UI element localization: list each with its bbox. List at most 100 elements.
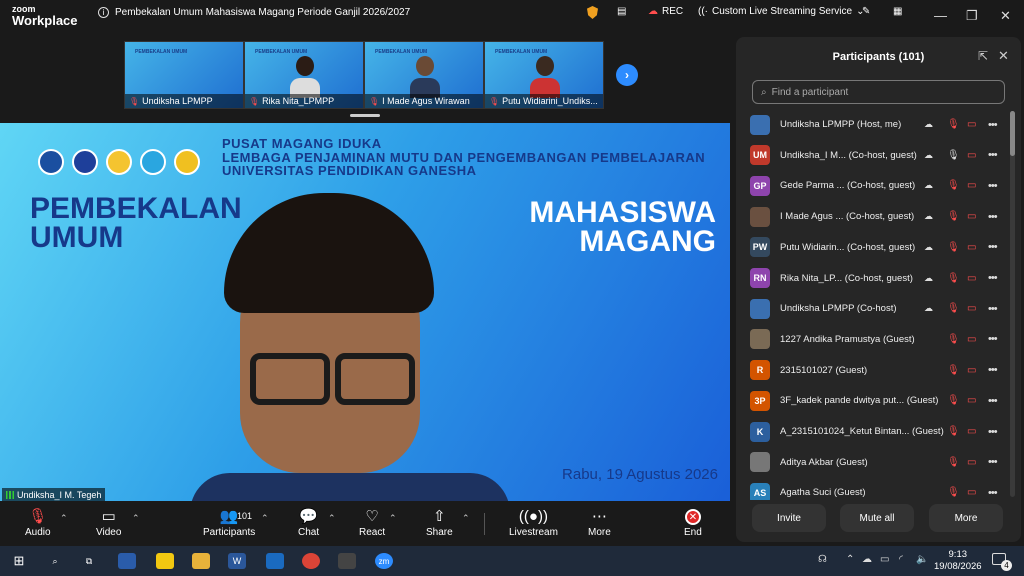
more-icon[interactable]: ••• bbox=[988, 149, 998, 161]
system-clock[interactable]: 9:13 19/08/2026 bbox=[934, 549, 982, 573]
volume-icon[interactable]: 🔈 bbox=[916, 554, 928, 565]
share-options-caret[interactable]: ⌃ bbox=[462, 513, 470, 524]
search-icon[interactable]: ⌕ bbox=[46, 553, 64, 569]
mic-muted-icon[interactable]: 🎙 bbox=[947, 242, 960, 253]
mic-muted-icon[interactable]: 🎙 bbox=[947, 457, 960, 468]
chat-options-caret[interactable]: ⌃ bbox=[328, 513, 336, 524]
more-button[interactable]: ⋯ More bbox=[588, 507, 611, 538]
more-icon[interactable]: ••• bbox=[988, 333, 998, 345]
zoom-taskbar-icon[interactable]: zm bbox=[375, 553, 393, 569]
more-icon[interactable]: ••• bbox=[988, 180, 998, 192]
windows-start-icon[interactable]: ⊞ bbox=[10, 553, 28, 569]
mic-muted-icon[interactable]: 🎙 bbox=[947, 365, 960, 376]
participant-row[interactable]: RN Rika Nita_LP... (Co-host, guest) ☁ 🎙 ▭ ••• bbox=[736, 263, 1008, 294]
video-off-icon[interactable]: ▭ bbox=[967, 365, 976, 376]
info-icon[interactable]: i bbox=[98, 7, 109, 18]
search-input[interactable]: ⌕ Find a participant bbox=[752, 80, 1005, 104]
video-off-icon[interactable]: ▭ bbox=[967, 119, 976, 130]
video-off-icon[interactable]: ▭ bbox=[967, 426, 976, 437]
more-icon[interactable]: ••• bbox=[988, 364, 998, 376]
mic-icon[interactable]: 🎙 bbox=[947, 150, 960, 161]
audio-options-caret[interactable]: ⌃ bbox=[60, 513, 68, 524]
video-thumbnail[interactable]: PEMBEKALAN UMUM 🎙 Putu Widiarini_Undiks..… bbox=[484, 41, 604, 109]
chrome-icon[interactable] bbox=[302, 553, 320, 569]
video-off-icon[interactable]: ▭ bbox=[967, 180, 976, 191]
meeting-title[interactable]: i Pembekalan Umum Mahasiswa Magang Perio… bbox=[98, 7, 410, 18]
invite-button[interactable]: Invite bbox=[752, 504, 826, 532]
word-icon[interactable]: W bbox=[228, 553, 246, 569]
end-button[interactable]: ✕ End bbox=[684, 507, 702, 538]
scrollbar[interactable] bbox=[1010, 111, 1015, 497]
chat-button[interactable]: 💬 Chat bbox=[298, 507, 319, 538]
mic-muted-icon[interactable]: 🎙 bbox=[947, 119, 960, 130]
video-off-icon[interactable]: ▭ bbox=[967, 150, 976, 161]
mic-muted-icon[interactable]: 🎙 bbox=[947, 334, 960, 345]
chevron-up-icon[interactable]: ⌃ bbox=[846, 554, 854, 565]
more-icon[interactable]: ••• bbox=[988, 395, 998, 407]
participant-row[interactable]: GP Gede Parma ... (Co-host, guest) ☁ 🎙 ▭ ••• bbox=[736, 170, 1008, 201]
video-off-icon[interactable]: ▭ bbox=[967, 334, 976, 345]
pen-button[interactable]: ✎ bbox=[862, 6, 870, 17]
more-icon[interactable]: ••• bbox=[988, 456, 998, 468]
video-off-icon[interactable]: ▭ bbox=[967, 242, 976, 253]
file-explorer-icon[interactable] bbox=[192, 553, 210, 569]
video-off-icon[interactable]: ▭ bbox=[967, 211, 976, 222]
participant-row[interactable]: AS Agatha Suci (Guest) 🎙 ▭ ••• bbox=[736, 477, 1008, 500]
video-off-icon[interactable]: ▭ bbox=[967, 303, 976, 314]
audio-button[interactable]: 🎙 Audio bbox=[25, 507, 51, 538]
mic-muted-icon[interactable]: 🎙 bbox=[947, 211, 960, 222]
wifi-icon[interactable]: ◜ bbox=[899, 554, 903, 565]
mic-muted-icon[interactable]: 🎙 bbox=[947, 426, 960, 437]
react-options-caret[interactable]: ⌃ bbox=[389, 513, 397, 524]
next-page-button[interactable]: › bbox=[616, 64, 638, 86]
people-icon[interactable]: ☊ bbox=[818, 554, 827, 565]
video-thumbnail[interactable]: PEMBEKALAN UMUM 🎙 Undiksha LPMPP bbox=[124, 41, 244, 109]
more-icon[interactable]: ••• bbox=[988, 487, 998, 499]
participants-options-caret[interactable]: ⌃ bbox=[261, 513, 269, 524]
video-options-caret[interactable]: ⌃ bbox=[132, 513, 140, 524]
video-off-icon[interactable]: ▭ bbox=[967, 273, 976, 284]
app-icon[interactable] bbox=[338, 553, 356, 569]
video-off-icon[interactable]: ▭ bbox=[967, 487, 976, 498]
app-icon[interactable] bbox=[118, 553, 136, 569]
photos-icon[interactable] bbox=[266, 553, 284, 569]
battery-icon[interactable]: ▭ bbox=[880, 554, 889, 565]
mic-muted-icon[interactable]: 🎙 bbox=[947, 303, 960, 314]
mute-all-button[interactable]: Mute all bbox=[840, 504, 914, 532]
task-view-icon[interactable]: ⧉ bbox=[80, 553, 98, 569]
participant-row[interactable]: I Made Agus ... (Co-host, guest) ☁ 🎙 ▭ ••• bbox=[736, 201, 1008, 232]
mic-muted-icon[interactable]: 🎙 bbox=[947, 180, 960, 191]
view-button[interactable]: ▦ bbox=[893, 6, 902, 17]
more-icon[interactable]: ••• bbox=[988, 119, 998, 131]
more-icon[interactable]: ••• bbox=[988, 303, 998, 315]
participant-row[interactable]: 1227 Andika Pramustya (Guest) 🎙 ▭ ••• bbox=[736, 324, 1008, 355]
participant-row[interactable]: Aditya Akbar (Guest) 🎙 ▭ ••• bbox=[736, 447, 1008, 478]
video-off-icon[interactable]: ▭ bbox=[967, 457, 976, 468]
more-icon[interactable]: ••• bbox=[988, 211, 998, 223]
participant-row[interactable]: PW Putu Widiarin... (Co-host, guest) ☁ 🎙 ▭ ••… bbox=[736, 232, 1008, 263]
notes-button[interactable]: ▤ bbox=[617, 6, 626, 17]
sticky-notes-icon[interactable] bbox=[156, 553, 174, 569]
restore-button[interactable]: ❐ bbox=[966, 8, 978, 24]
participant-row[interactable]: UM Undiksha_I M... (Co-host, guest) ☁ 🎙 ▭ ••• bbox=[736, 140, 1008, 171]
video-button[interactable]: ▭ Video bbox=[96, 507, 121, 538]
close-window-button[interactable]: ✕ bbox=[1000, 8, 1011, 24]
main-video[interactable]: PUSAT MAGANG IDUKA LEMBAGA PENJAMINAN MU… bbox=[0, 123, 730, 501]
participant-row[interactable]: K A_2315101024_Ketut Bintan... (Guest) 🎙 ▭ •… bbox=[736, 416, 1008, 447]
security-shield[interactable] bbox=[587, 6, 598, 19]
more-options-button[interactable]: More bbox=[929, 504, 1003, 532]
mic-muted-icon[interactable]: 🎙 bbox=[947, 273, 960, 284]
video-thumbnail[interactable]: PEMBEKALAN UMUM 🎙 Rika Nita_LPMPP bbox=[244, 41, 364, 109]
video-thumbnail[interactable]: PEMBEKALAN UMUM 🎙 I Made Agus Wirawan bbox=[364, 41, 484, 109]
mic-muted-icon[interactable]: 🎙 bbox=[947, 395, 960, 406]
participant-row[interactable]: Undiksha LPMPP (Host, me) ☁ 🎙 ▭ ••• bbox=[736, 109, 1008, 140]
participant-row[interactable]: 3P 3F_kadek pande dwitya put... (Guest) 🎙 ▭… bbox=[736, 385, 1008, 416]
minimize-button[interactable]: — bbox=[934, 8, 947, 23]
react-button[interactable]: ♡ React bbox=[359, 507, 385, 538]
record-indicator[interactable]: ☁ REC bbox=[648, 6, 683, 17]
more-icon[interactable]: ••• bbox=[988, 426, 998, 438]
video-off-icon[interactable]: ▭ bbox=[967, 395, 976, 406]
resize-handle[interactable] bbox=[350, 114, 380, 117]
close-icon[interactable]: ✕ bbox=[998, 48, 1009, 64]
live-streaming-menu[interactable]: ((· Custom Live Streaming Service ⌄ bbox=[698, 6, 864, 17]
